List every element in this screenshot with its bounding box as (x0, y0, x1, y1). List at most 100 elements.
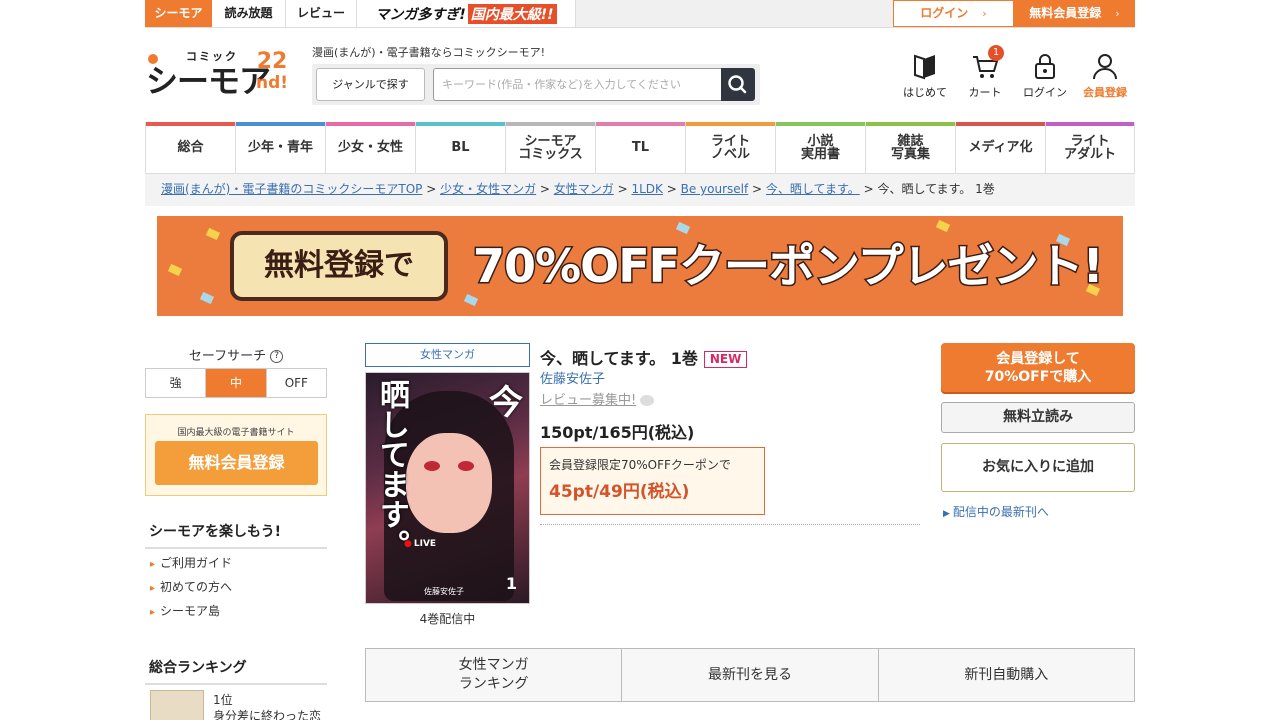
header-register[interactable]: 会員登録 (1080, 52, 1130, 100)
cover-title: 晒してます。 (374, 379, 409, 559)
logo-main-text: シーモア (146, 62, 271, 100)
confetti (199, 291, 215, 305)
safe-search-label: セーフサーチ (188, 349, 267, 364)
tab-ranking[interactable]: 女性マンガ ランキング (366, 649, 623, 701)
cart-label: カート (968, 86, 1002, 99)
logo-nd: nd! (256, 73, 289, 93)
safe-option-off[interactable]: OFF (267, 369, 326, 397)
nav-magazine[interactable]: 雑誌 写真集 (866, 122, 956, 173)
nav-bl[interactable]: BL (416, 122, 506, 173)
nav-novel[interactable]: 小説 実用書 (776, 122, 866, 173)
nav-label: 雑誌 写真集 (890, 133, 930, 162)
favorite-button[interactable]: お気に入りに追加 (941, 443, 1135, 492)
nav-label: 小説 実用書 (800, 133, 840, 162)
logo-anniversary: 22 nd! (256, 51, 289, 94)
safe-search-toggle: 強 中 OFF (145, 368, 327, 398)
nav-light-novel[interactable]: ライト ノベル (686, 122, 776, 173)
cover-face (406, 433, 492, 533)
breadcrumb-link-series[interactable]: 今、晒してます。 (766, 182, 860, 196)
site-logo[interactable]: コミック シーモア 22 nd! (146, 48, 296, 100)
rank-thumbnail[interactable] (150, 690, 204, 720)
product-title-text: 今、晒してます。 1巻 (540, 349, 698, 368)
tab-yomihodai[interactable]: 読み放題 (212, 0, 286, 27)
safe-option-strong[interactable]: 強 (146, 369, 207, 397)
breadcrumb-link-shojo[interactable]: 少女・女性マンガ (440, 182, 536, 196)
search-icon (728, 75, 747, 94)
buy-label: 会員登録して 70%OFFで購入 (984, 351, 1092, 385)
campaign-banner[interactable]: 無料登録で 70%OFFクーポンプレゼント! (157, 216, 1123, 316)
header-cart[interactable]: カート 1 (960, 45, 1010, 100)
link-seymour-island[interactable]: シーモア島 (150, 602, 220, 619)
tab-review[interactable]: レビュー (286, 0, 357, 27)
search-input[interactable] (433, 68, 722, 101)
breadcrumb-link-beyourself[interactable]: Be yourself (681, 182, 749, 196)
chevron-right-icon: › (1115, 7, 1120, 20)
top-bar: シーモア 読み放題 レビュー マンガ多すぎ! 国内最大級!! ログイン › 無料会… (145, 0, 1135, 28)
coupon-price: 45pt/49円(税込) (549, 482, 690, 502)
review-link[interactable]: レビュー募集中! (540, 389, 655, 408)
help-icon[interactable]: ? (270, 350, 284, 363)
user-icon (1093, 54, 1117, 80)
hajimete-label: はじめて (903, 86, 947, 99)
nav-color-bar (326, 122, 415, 126)
genre-search-button[interactable]: ジャンルで探す (316, 68, 425, 101)
nav-shonen[interactable]: 少年・青年 (236, 122, 326, 173)
book-cover[interactable]: 晒してます。 今 LIVE 佐藤安佐子 1 (365, 372, 530, 604)
banner-badge: 無料登録で (230, 231, 448, 301)
header-hajimete[interactable]: はじめて (900, 52, 950, 100)
author-link[interactable]: 佐藤安佐子 (540, 368, 605, 387)
global-nav: 総合 少年・青年 少女・女性 BL シーモア コミックス TL ライト ノベル … (145, 122, 1135, 174)
tab-seymour[interactable]: シーモア (145, 0, 212, 27)
link-first-time[interactable]: 初めての方へ (150, 578, 232, 595)
latest-volume-link[interactable]: 配信中の最新刊へ (943, 503, 1049, 520)
login-label: ログイン (920, 6, 969, 20)
nav-color-bar (416, 122, 505, 126)
breadcrumb: 漫画(まんが)・電子書籍のコミックシーモアTOP > 少女・女性マンガ > 女性… (145, 174, 1135, 206)
coupon-note: 会員登録限定70%OFFクーポンで (549, 458, 731, 472)
cover-title-top: 今 (489, 383, 523, 423)
nav-label: メディア化 (968, 140, 1033, 155)
register-label: 無料会員登録 (1029, 6, 1102, 20)
nav-label: ライト ノベル (710, 133, 750, 162)
page: シーモア 読み放題 レビュー マンガ多すぎ! 国内最大級!! ログイン › 無料会… (0, 0, 1280, 720)
free-read-button[interactable]: 無料立読み (941, 402, 1135, 433)
promo-link[interactable]: マンガ多すぎ! 国内最大級!! (357, 0, 576, 27)
genre-tag[interactable]: 女性マンガ (365, 343, 530, 367)
login-button[interactable]: ログイン › (893, 0, 1014, 27)
promo-text-a: マンガ多すぎ! (375, 6, 466, 23)
bottom-tabs: 女性マンガ ランキング 最新刊を見る 新刊自動購入 (365, 648, 1135, 702)
sidebar-register-button[interactable]: 無料会員登録 (155, 441, 318, 485)
cover-eye (424, 461, 440, 471)
nav-shojo[interactable]: 少女・女性 (326, 122, 416, 173)
nav-label: 総合 (177, 140, 204, 155)
divider (540, 524, 920, 525)
nav-seymour-comics[interactable]: シーモア コミックス (506, 122, 596, 173)
register-box: 国内最大級の電子書籍サイト 無料会員登録 (145, 414, 327, 496)
banner-right-text: 70%OFFクーポンプレゼント! (472, 238, 1106, 295)
nav-color-bar (956, 122, 1045, 126)
header-login[interactable]: ログイン (1020, 52, 1070, 100)
rank-item[interactable]: 1位 身分差に終わった恋 (213, 692, 321, 720)
buy-button[interactable]: 会員登録して 70%OFFで購入 (941, 343, 1135, 392)
nav-tl[interactable]: TL (596, 122, 686, 173)
safe-search-title: セーフサーチ? (145, 345, 327, 364)
nav-label: ライト アダルト (1063, 133, 1116, 162)
tab-latest[interactable]: 最新刊を見る (622, 649, 879, 701)
tab-auto-purchase[interactable]: 新刊自動購入 (879, 649, 1134, 701)
nav-media[interactable]: メディア化 (956, 122, 1046, 173)
register-button[interactable]: 無料会員登録 › (1014, 0, 1135, 27)
login-icon-label: ログイン (1023, 86, 1067, 99)
search-button[interactable] (721, 68, 755, 101)
nav-sougou[interactable]: 総合 (146, 122, 236, 173)
breadcrumb-link-1ldk[interactable]: 1LDK (631, 182, 662, 196)
rank-number: 1位 (213, 693, 233, 707)
safe-option-medium[interactable]: 中 (206, 369, 267, 397)
review-label: レビュー募集中! (540, 393, 637, 408)
cover-volume: 1 (505, 574, 517, 593)
nav-light-adult[interactable]: ライト アダルト (1046, 122, 1134, 173)
cover-author: 佐藤安佐子 (424, 587, 464, 596)
breadcrumb-link-top[interactable]: 漫画(まんが)・電子書籍のコミックシーモアTOP (161, 182, 422, 196)
breadcrumb-link-josei[interactable]: 女性マンガ (554, 182, 614, 196)
link-guide[interactable]: ご利用ガイド (150, 554, 232, 571)
chevron-right-icon: › (982, 7, 987, 20)
